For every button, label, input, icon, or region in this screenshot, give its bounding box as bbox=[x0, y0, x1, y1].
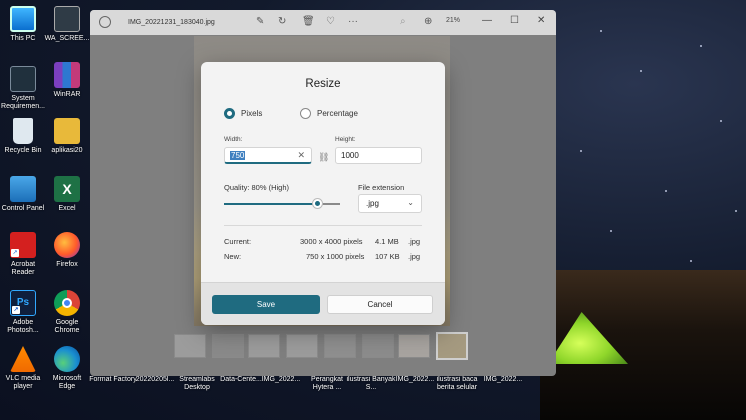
image-file-icon bbox=[54, 6, 80, 32]
desktop-icon-grid: This PC WA_SCREE... System Requiremen...… bbox=[0, 0, 92, 420]
link-aspect-icon[interactable]: ⛓ bbox=[318, 152, 329, 163]
excel-icon: X bbox=[54, 176, 80, 202]
current-dimensions: 3000 x 4000 pixels bbox=[300, 237, 363, 246]
recycle-bin-icon bbox=[13, 118, 33, 144]
desktop-file[interactable]: Perangkat Hytera ... bbox=[302, 376, 352, 392]
filmstrip-thumb[interactable] bbox=[212, 334, 244, 358]
desktop-file[interactable]: IMG_2022... bbox=[256, 376, 306, 384]
desktop-file[interactable]: IMG_2022... bbox=[478, 376, 528, 384]
desktop-icon-recycle-bin[interactable]: Recycle Bin bbox=[0, 118, 46, 155]
photos-app-icon bbox=[99, 16, 111, 28]
control-panel-icon bbox=[10, 176, 36, 202]
desktop-icon-control-panel[interactable]: Control Panel bbox=[0, 176, 46, 213]
edit-icon[interactable]: ✎ bbox=[256, 16, 264, 28]
shortcut-arrow-icon: ↗ bbox=[12, 306, 20, 314]
desktop-icon-acrobat-reader[interactable]: ↗ Acrobat Reader bbox=[0, 232, 46, 277]
desktop-icon-excel[interactable]: X Excel bbox=[44, 176, 90, 213]
chevron-down-icon: ⌄ bbox=[407, 198, 414, 207]
save-button[interactable]: Save bbox=[212, 295, 320, 314]
resize-dialog: Resize Pixels Percentage Width: 750 ✕ ⛓ … bbox=[201, 62, 445, 325]
radio-pixels[interactable]: Pixels bbox=[224, 108, 262, 119]
quality-slider-thumb[interactable] bbox=[313, 199, 322, 208]
desktop-icon-vlc[interactable]: VLC media player bbox=[0, 346, 46, 391]
shortcut-arrow-icon: ↗ bbox=[11, 249, 19, 257]
edge-icon bbox=[54, 346, 80, 372]
desktop-icon-aplikasi20[interactable]: aplikasi20 bbox=[44, 118, 90, 155]
new-extension: .jpg bbox=[408, 252, 421, 261]
more-icon[interactable]: ··· bbox=[348, 16, 358, 28]
file-extension-value: .jpg bbox=[366, 199, 379, 208]
divider bbox=[224, 225, 422, 226]
quality-label: Quality: 80% (High) bbox=[224, 183, 290, 192]
desktop-icon-wa-screenshot[interactable]: WA_SCREE... bbox=[44, 6, 90, 43]
current-label: Current: bbox=[224, 237, 252, 246]
new-label: New: bbox=[224, 252, 242, 261]
zoom-level: 21% bbox=[446, 17, 461, 24]
desktop-file[interactable]: ilustrasi Banyak S... bbox=[346, 376, 396, 392]
monitor-icon bbox=[10, 6, 36, 32]
maximize-button[interactable]: ☐ bbox=[510, 15, 519, 26]
window-title: IMG_20221231_183040.jpg bbox=[128, 19, 215, 26]
minimize-button[interactable]: — bbox=[482, 15, 492, 26]
filmstrip-thumb[interactable] bbox=[398, 334, 430, 358]
desktop-icon-this-pc[interactable]: This PC bbox=[0, 6, 46, 43]
dialog-footer: Save Cancel bbox=[201, 282, 445, 325]
filmstrip-thumb[interactable] bbox=[324, 334, 356, 358]
filmstrip-thumb[interactable] bbox=[362, 334, 394, 358]
dialog-title: Resize bbox=[305, 78, 341, 90]
radio-percentage[interactable]: Percentage bbox=[300, 108, 358, 119]
archive-icon bbox=[54, 62, 80, 88]
new-size: 107 KB bbox=[375, 252, 400, 261]
filmstrip bbox=[174, 328, 474, 364]
desktop-icon-winrar[interactable]: WinRAR bbox=[44, 62, 90, 99]
filmstrip-thumb[interactable] bbox=[248, 334, 280, 358]
desktop-icon-firefox[interactable]: Firefox bbox=[44, 232, 90, 269]
desktop-file-labels: Format Factory 20220205l... Streamlabs D… bbox=[89, 376, 534, 406]
height-label: Height: bbox=[335, 136, 356, 143]
desktop-icon-edge[interactable]: Microsoft Edge bbox=[44, 346, 90, 391]
delete-icon[interactable]: 🗑 bbox=[302, 16, 315, 28]
width-label: Width: bbox=[224, 136, 243, 143]
filmstrip-thumb[interactable] bbox=[174, 334, 206, 358]
current-size: 4.1 MB bbox=[375, 237, 399, 246]
width-value: 750 bbox=[230, 151, 246, 160]
desktop-icon-photoshop[interactable]: Ps ↗ Adobe Photosh... bbox=[0, 290, 46, 335]
chrome-icon bbox=[54, 290, 80, 316]
acrobat-icon: ↗ bbox=[10, 232, 36, 258]
vlc-icon bbox=[10, 346, 36, 372]
clear-icon[interactable]: ✕ bbox=[297, 150, 305, 161]
zoom-in-icon[interactable]: ⊕ bbox=[424, 16, 432, 28]
new-dimensions: 750 x 1000 pixels bbox=[306, 252, 365, 261]
folder-icon bbox=[54, 118, 80, 144]
file-extension-dropdown[interactable]: .jpg ⌄ bbox=[358, 194, 422, 213]
radio-pixels-label: Pixels bbox=[241, 109, 263, 118]
filmstrip-thumb-selected[interactable] bbox=[436, 332, 468, 360]
close-button[interactable]: ✕ bbox=[537, 15, 545, 26]
radio-percentage-label: Percentage bbox=[317, 109, 358, 118]
firefox-icon bbox=[54, 232, 80, 258]
cancel-button[interactable]: Cancel bbox=[327, 295, 433, 314]
quality-slider-fill bbox=[224, 203, 317, 205]
desktop-icon-system-requirements[interactable]: System Requiremen... bbox=[0, 66, 46, 111]
favorite-icon[interactable]: ♡ bbox=[326, 16, 335, 28]
desktop-file[interactable]: Streamlabs Desktop bbox=[172, 376, 222, 392]
current-extension: .jpg bbox=[408, 237, 421, 246]
height-value: 1000 bbox=[341, 151, 359, 160]
radio-selected-icon bbox=[224, 108, 235, 119]
file-extension-label: File extension bbox=[358, 183, 405, 192]
system-icon bbox=[10, 66, 36, 92]
desktop-file[interactable]: ilustrasi baca berita selular bbox=[432, 376, 482, 392]
quality-slider[interactable] bbox=[224, 199, 340, 208]
photoshop-icon: Ps ↗ bbox=[10, 290, 36, 316]
width-input[interactable]: 750 ✕ bbox=[224, 147, 312, 164]
rotate-icon[interactable]: ↻ bbox=[278, 16, 286, 28]
filmstrip-thumb[interactable] bbox=[286, 334, 318, 358]
zoom-out-icon[interactable]: ⌕ bbox=[400, 16, 406, 28]
radio-unselected-icon bbox=[300, 108, 311, 119]
desktop-icon-chrome[interactable]: Google Chrome bbox=[44, 290, 90, 335]
window-titlebar: IMG_20221231_183040.jpg ✎ ↻ 🗑 ♡ ··· ⌕ ⊕ … bbox=[90, 10, 556, 35]
height-input[interactable]: 1000 bbox=[335, 147, 422, 164]
